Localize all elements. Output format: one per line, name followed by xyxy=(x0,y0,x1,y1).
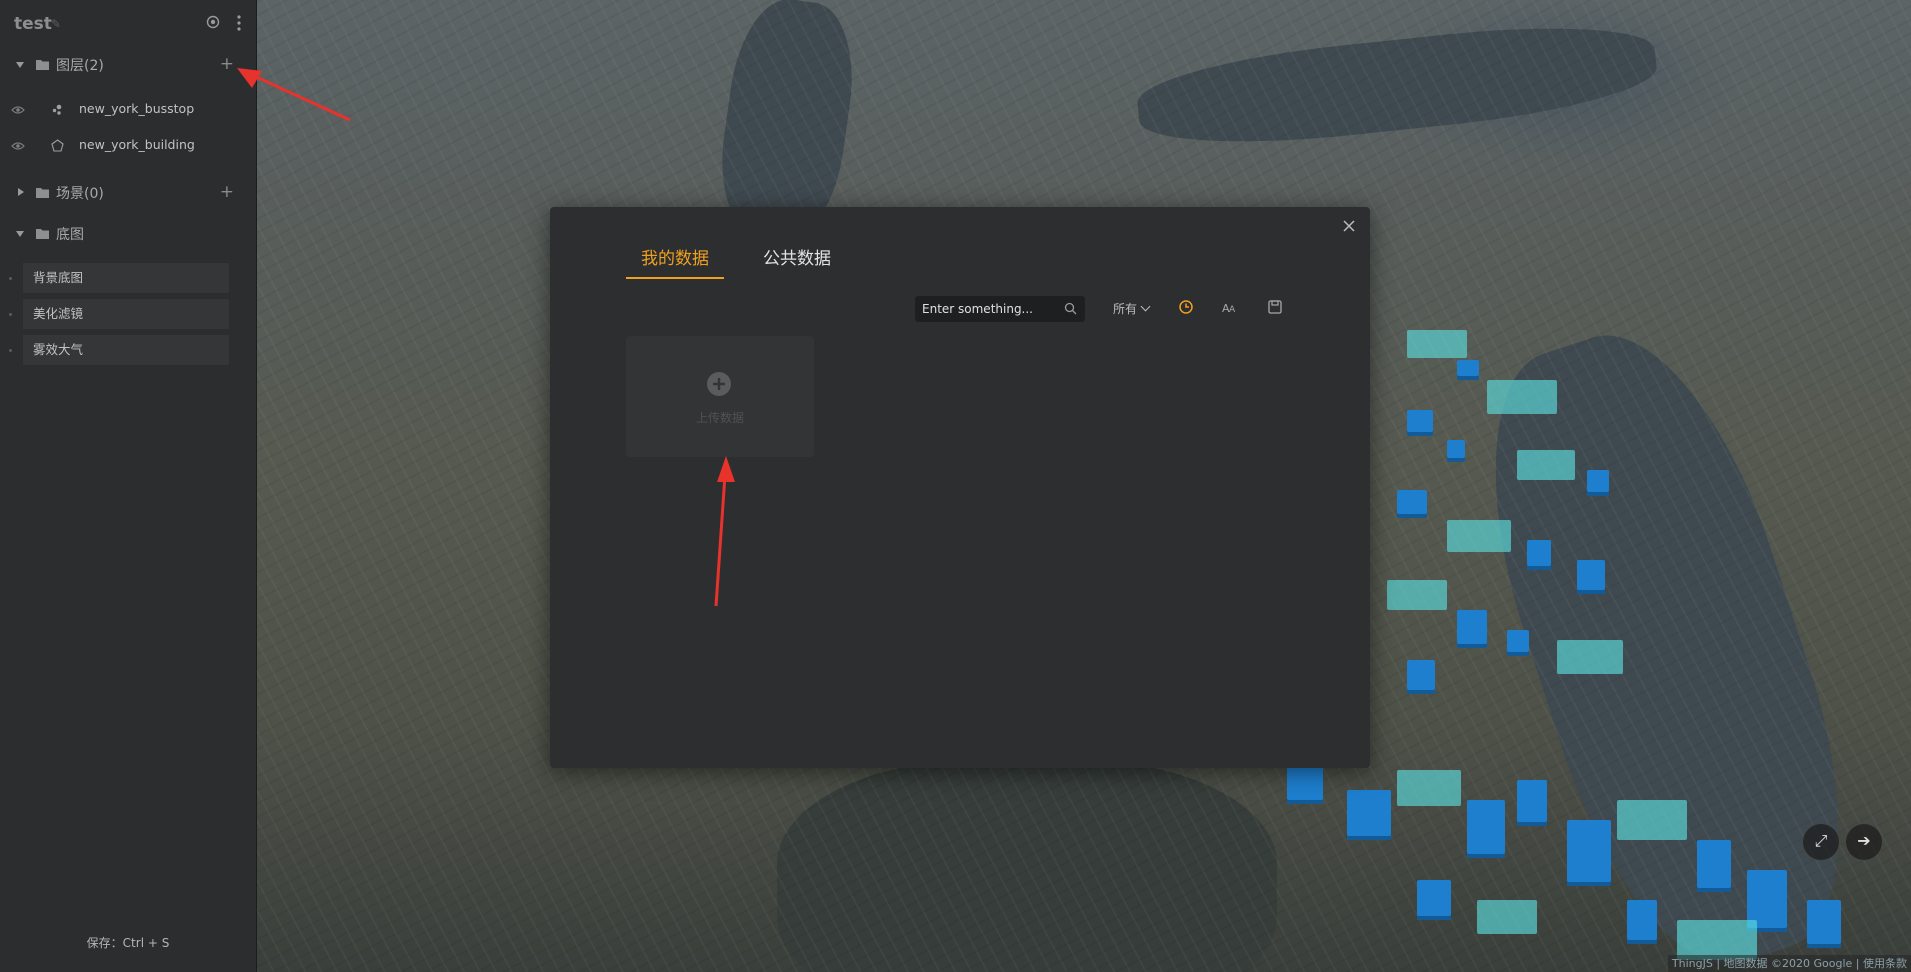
folder-icon xyxy=(36,188,49,198)
map-attribution: ThingJS | 地图数据 ©2020 Google | 使用条款 xyxy=(1667,955,1911,972)
tab-public-data[interactable]: 公共数据 xyxy=(763,244,831,277)
close-icon[interactable] xyxy=(1342,219,1356,233)
building xyxy=(1417,880,1451,920)
plus-circle-icon xyxy=(707,372,731,396)
section-label-layers: 图层(2) xyxy=(56,58,104,74)
project-title[interactable]: test xyxy=(14,14,52,34)
eye-icon[interactable] xyxy=(11,141,25,151)
caret-down-icon[interactable] xyxy=(16,231,24,237)
building xyxy=(1487,380,1557,414)
section-label-scenes: 场景(0) xyxy=(56,186,104,202)
svg-text:A: A xyxy=(1229,305,1236,315)
add-scene-icon[interactable]: + xyxy=(220,182,234,202)
eye-icon[interactable] xyxy=(11,105,25,115)
point-cluster-icon xyxy=(52,104,62,115)
building xyxy=(1397,770,1461,806)
building xyxy=(1407,410,1433,436)
building xyxy=(1697,840,1731,892)
sort-by-name-icon[interactable]: A A xyxy=(1221,298,1239,316)
search-input[interactable] xyxy=(915,296,1055,322)
building xyxy=(1627,900,1657,944)
section-label-basemap: 底图 xyxy=(56,227,84,243)
building xyxy=(1387,580,1447,610)
save-icon[interactable] xyxy=(1266,298,1284,316)
chevron-down-icon xyxy=(1140,301,1151,312)
section-layers[interactable]: 图层(2) + xyxy=(0,54,256,76)
sort-by-time-icon[interactable] xyxy=(1177,298,1195,316)
bullet-icon xyxy=(9,277,12,280)
data-picker-modal: 我的数据 公共数据 所有 A A 上传数据 xyxy=(550,207,1370,768)
layer-item[interactable]: new_york_building xyxy=(0,135,256,157)
caret-right-icon[interactable] xyxy=(18,188,24,196)
fullscreen-button[interactable]: ⤢ xyxy=(1802,823,1840,861)
building xyxy=(1677,920,1757,960)
building xyxy=(1557,640,1623,674)
filter-dropdown[interactable]: 所有 xyxy=(1113,300,1151,317)
bullet-icon xyxy=(9,313,12,316)
folder-icon xyxy=(36,60,49,70)
building xyxy=(1617,800,1687,840)
building xyxy=(1467,800,1505,858)
upload-data-label: 上传数据 xyxy=(695,411,744,425)
building xyxy=(1477,900,1537,934)
edit-icon[interactable]: ✎ xyxy=(51,17,61,31)
locate-icon[interactable] xyxy=(206,15,220,29)
building xyxy=(1407,660,1435,694)
building xyxy=(1527,540,1551,570)
filter-selected: 所有 xyxy=(1113,302,1138,316)
sidebar: test ✎ 图层(2) + new_york_busstop new_york… xyxy=(0,0,257,972)
search-icon[interactable] xyxy=(1064,302,1077,315)
folder-icon xyxy=(36,229,49,239)
tab-my-data[interactable]: 我的数据 xyxy=(626,244,724,279)
basemap-item-filter[interactable]: 美化滤镜 xyxy=(23,299,229,329)
next-button[interactable]: ➔ xyxy=(1845,823,1883,861)
building xyxy=(1507,630,1529,656)
building xyxy=(1807,900,1841,948)
bullet-icon xyxy=(9,349,12,352)
building xyxy=(1447,520,1511,552)
save-hint: 保存：Ctrl + S xyxy=(86,936,170,950)
search-box xyxy=(915,296,1085,322)
section-scenes[interactable]: 场景(0) + xyxy=(0,182,256,204)
upload-data-card[interactable]: 上传数据 xyxy=(626,336,814,457)
building xyxy=(1577,560,1605,594)
section-basemap[interactable]: 底图 xyxy=(0,223,256,245)
basemap-item-background[interactable]: 背景底图 xyxy=(23,263,229,293)
layer-item[interactable]: new_york_busstop xyxy=(0,99,256,121)
layer-name: new_york_building xyxy=(79,137,195,152)
building xyxy=(1567,820,1611,886)
building xyxy=(1457,360,1479,380)
building xyxy=(1517,780,1547,826)
building xyxy=(1347,790,1391,840)
add-layer-icon[interactable]: + xyxy=(220,54,234,74)
caret-down-icon[interactable] xyxy=(16,62,24,68)
project-header: test ✎ xyxy=(14,12,246,36)
layer-name: new_york_busstop xyxy=(79,101,195,116)
basemap-item-fog[interactable]: 雾效大气 xyxy=(23,335,229,365)
building xyxy=(1517,450,1575,480)
building xyxy=(1587,470,1609,496)
building xyxy=(1397,490,1427,518)
building xyxy=(1407,330,1467,358)
building xyxy=(1447,440,1465,462)
polygon-icon xyxy=(51,139,64,152)
building xyxy=(1457,610,1487,648)
more-vertical-icon[interactable] xyxy=(236,14,242,32)
